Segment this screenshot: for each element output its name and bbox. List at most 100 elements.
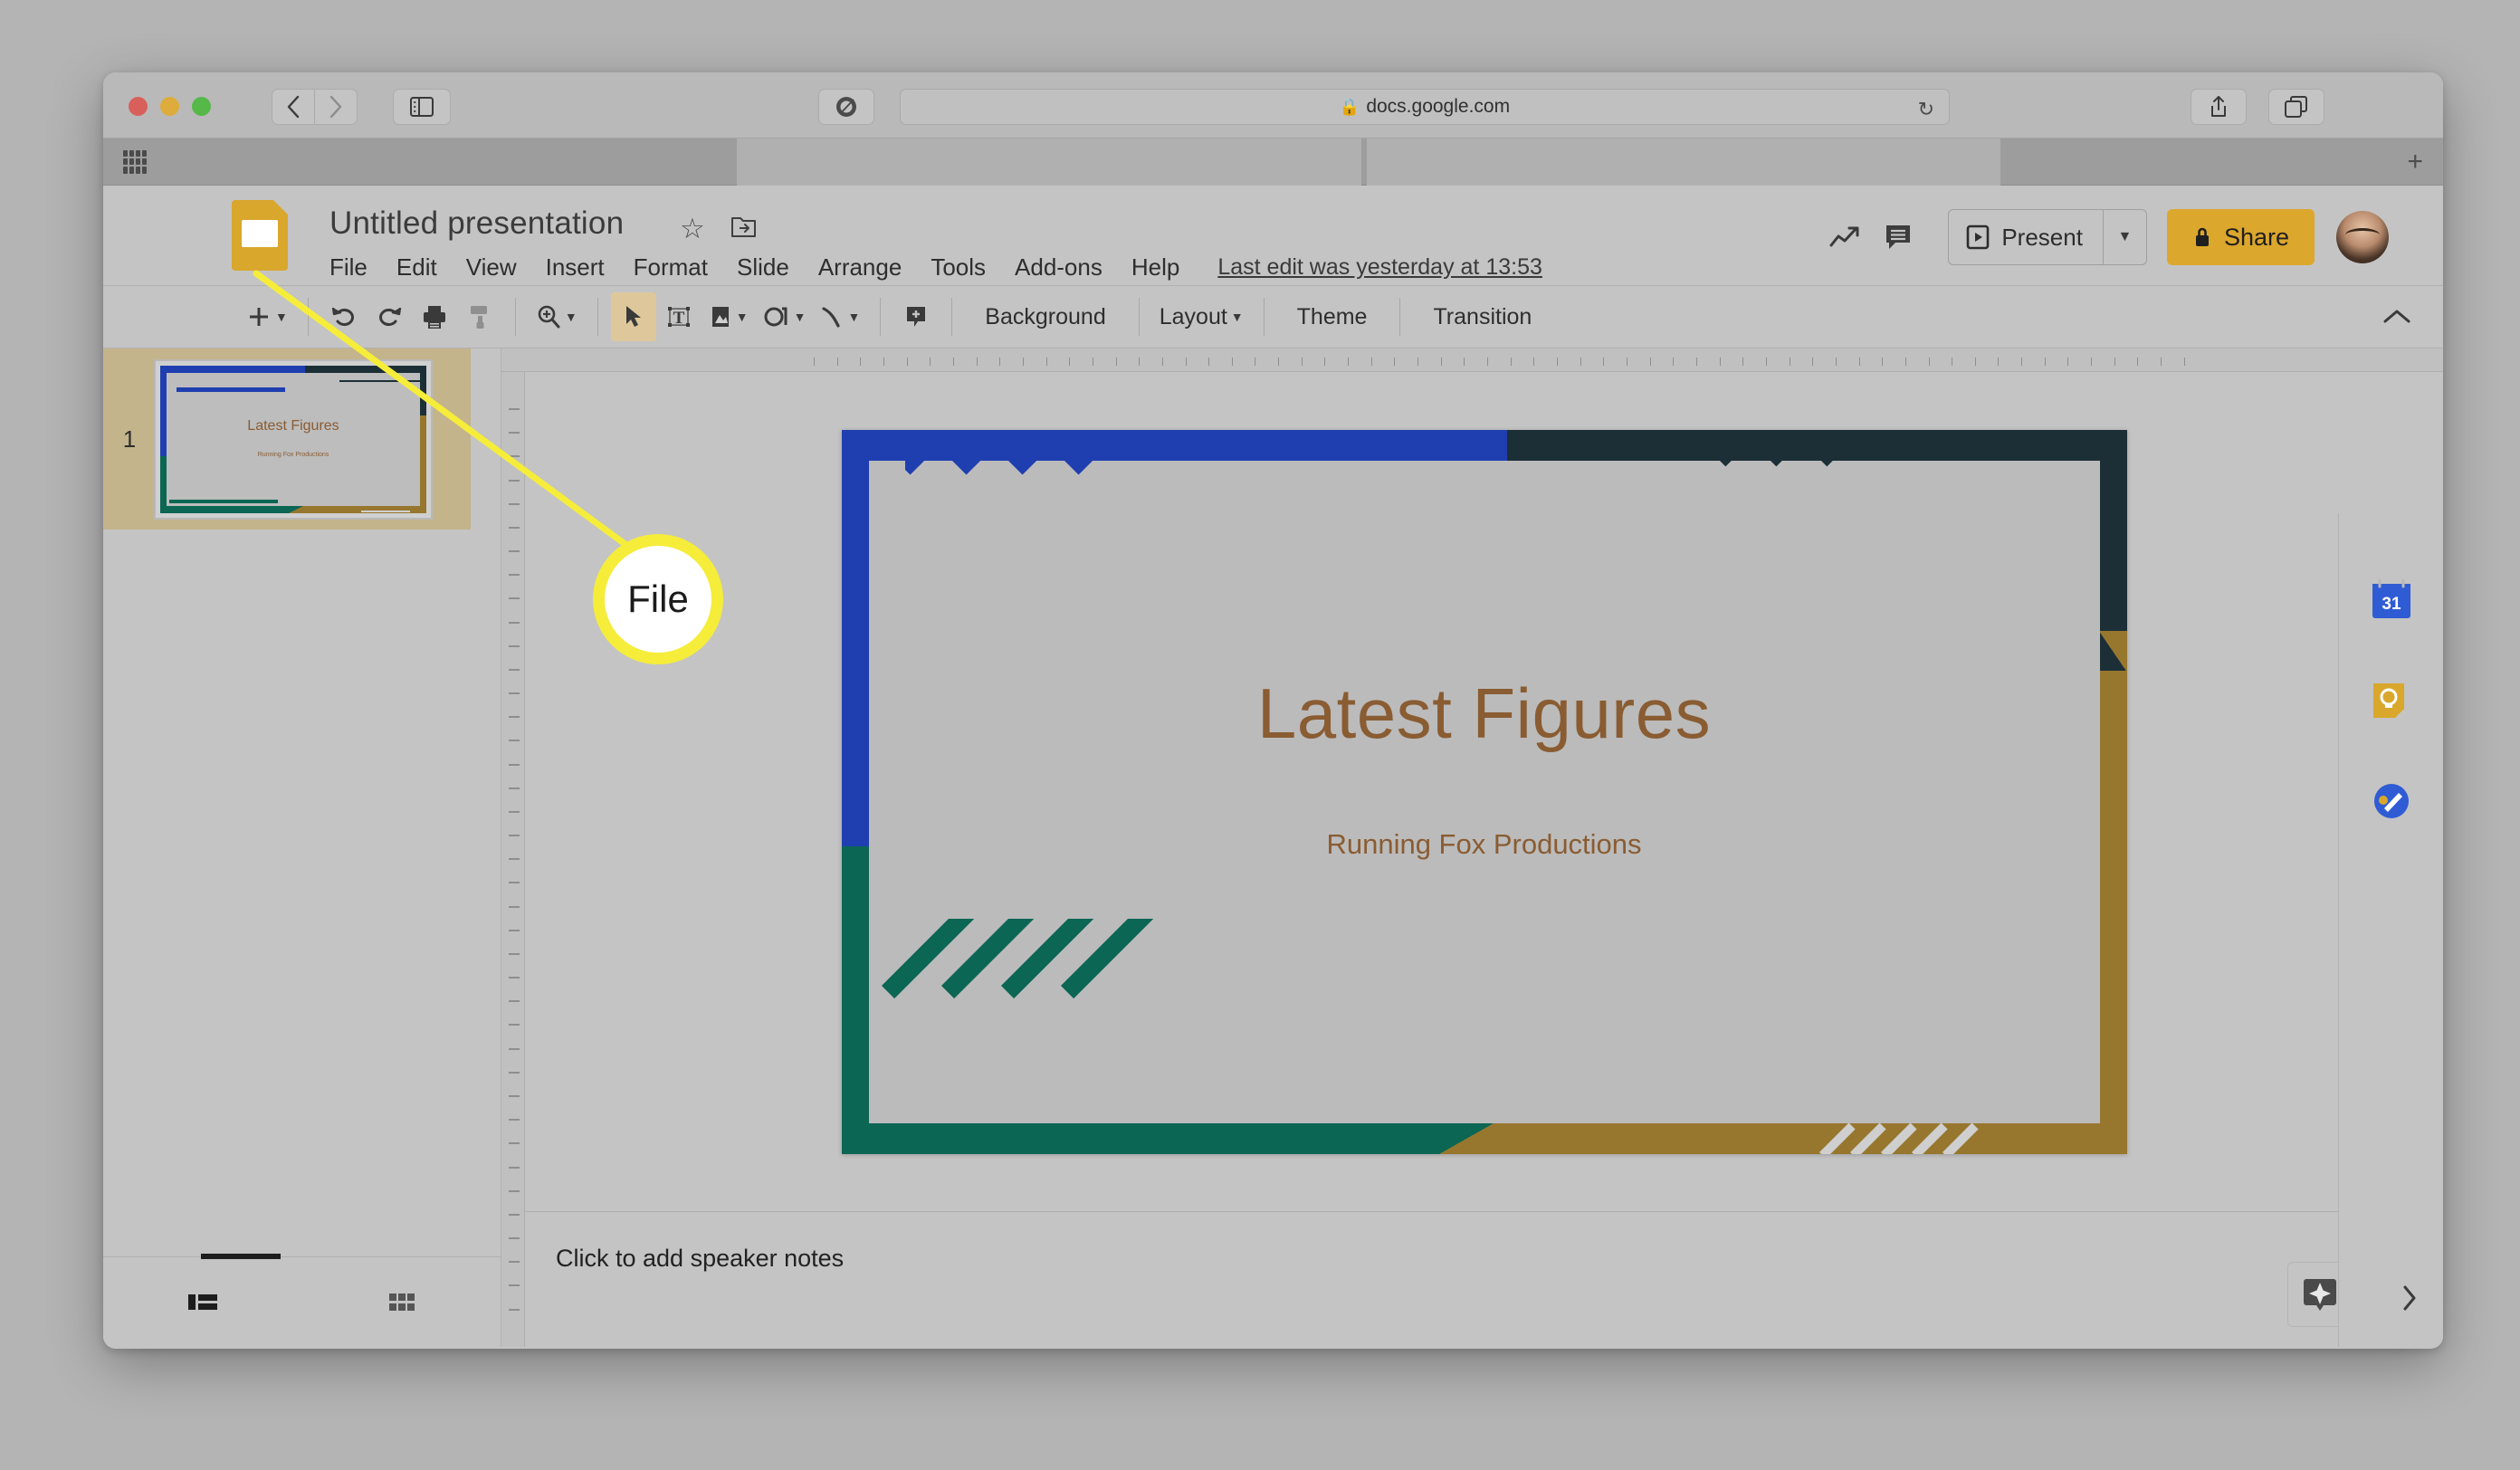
toolbar-divider [951,298,953,336]
undo-arrow-icon [331,307,354,326]
move-to-folder-icon[interactable] [730,215,758,240]
present-options-caret[interactable]: ▼ [2102,210,2146,264]
document-header: Untitled presentation ☆ File Edit View I… [103,186,2443,285]
slide-border-green-left [841,845,869,1154]
browser-share-button[interactable] [2191,89,2247,125]
google-tasks-icon[interactable] [2368,778,2415,825]
text-box-icon: T [667,307,690,328]
browser-tab[interactable] [737,138,1361,186]
toolbar-divider [514,298,516,336]
sidebar-toggle-icon [410,97,434,117]
menu-item-help[interactable]: Help [1117,253,1194,282]
slide-thumbnail-row[interactable]: 1 Latest Figures Running Fox Productions [103,348,471,530]
theme-button[interactable]: Theme [1277,304,1388,330]
menu-item-file[interactable]: File [329,253,382,282]
horizontal-ruler[interactable] [501,348,2443,372]
menu-item-addons[interactable]: Add-ons [1000,253,1117,282]
menu-bar: File Edit View Insert Format Slide Arran… [329,253,1542,282]
maximize-window-button[interactable] [192,97,211,116]
new-slide-button[interactable]: ▼ [239,292,295,341]
select-tool-button[interactable] [610,292,656,341]
avatar[interactable] [2336,211,2389,263]
menu-item-slide[interactable]: Slide [722,253,804,282]
vertical-ruler[interactable] [501,372,525,1347]
extension-button[interactable] [818,89,874,125]
annotation-callout-file: File [593,534,723,664]
ghostery-extension-icon [836,97,856,117]
text-box-button[interactable]: T [656,292,702,341]
speaker-notes-pane[interactable]: Click to add speaker notes [525,1211,2443,1347]
toggle-sidebar-button[interactable] [393,89,451,125]
forward-chevron-icon [329,95,342,119]
activity-dashboard-icon[interactable] [1819,211,1872,263]
reload-button[interactable]: ↻ [1918,98,1934,121]
slide-subtitle-text[interactable]: Running Fox Productions [842,828,2127,861]
slide-thumbnail[interactable]: Latest Figures Running Fox Productions [154,358,433,520]
undo-button[interactable] [321,292,367,341]
shape-button[interactable]: ▼ [756,292,814,341]
line-icon [822,307,841,328]
redo-button[interactable] [367,292,412,341]
thumbnail-subtitle: Running Fox Productions [257,451,329,458]
google-calendar-icon[interactable]: 31 [2368,577,2415,624]
show-tabs-icon [2285,96,2307,118]
menu-item-tools[interactable]: Tools [916,253,1000,282]
new-tab-plus-icon[interactable]: + [2407,148,2423,176]
browser-tab[interactable] [1367,138,2000,186]
show-all-tabs-button[interactable] [2268,89,2324,125]
slide-border-dark-right [2099,429,2127,656]
expand-side-panel-button[interactable] [2400,1284,2420,1312]
image-button[interactable]: ▼ [702,292,756,341]
view-toggle-bar [103,1254,501,1347]
slide-number: 1 [122,425,137,453]
layout-button[interactable]: Layout ▼ [1152,292,1251,341]
grid-view-icon [389,1293,415,1311]
minimize-window-button[interactable] [160,97,179,116]
present-play-icon [1967,224,1990,250]
filmstrip-view-button[interactable] [103,1290,302,1315]
back-button[interactable] [272,89,315,125]
background-button[interactable]: Background [965,304,1125,330]
line-button[interactable]: ▼ [813,292,867,341]
google-slides-logo [232,200,288,271]
menu-item-view[interactable]: View [452,253,531,282]
google-keep-icon[interactable] [2368,678,2415,725]
slide-filmstrip: 1 Latest Figures Running Fox Productions [103,348,501,1347]
header-actions: Present ▼ Share [1819,209,2389,265]
slide-canvas[interactable]: Latest Figures Running Fox Productions [841,429,2127,1154]
address-bar[interactable]: 🔒 docs.google.com ↻ [900,89,1950,125]
close-window-button[interactable] [129,97,148,116]
decor-stripes-green [878,918,1331,1154]
add-comment-icon [907,307,926,327]
paint-format-button[interactable] [457,292,502,341]
annotation-callout-label: File [627,578,689,620]
add-comment-button[interactable] [893,292,939,341]
present-button[interactable]: Present [1949,210,2103,264]
forward-button[interactable] [314,89,358,125]
transition-button[interactable]: Transition [1413,304,1551,330]
window-traffic-lights [129,97,211,116]
zoom-magnifier-icon [538,305,560,329]
grid-view-button[interactable] [302,1290,501,1315]
slide-title-text[interactable]: Latest Figures [842,673,2127,755]
slide-border-blue-left [841,429,869,846]
horizontal-ruler-ticks [814,358,2185,367]
document-title[interactable]: Untitled presentation [329,205,624,242]
share-button[interactable]: Share [2166,209,2315,265]
toolbar-divider [1138,298,1140,336]
print-button[interactable] [412,292,457,341]
zoom-button[interactable]: ▼ [529,292,585,341]
printer-icon [423,306,445,329]
comment-history-icon[interactable] [1872,211,1924,263]
menu-item-format[interactable]: Format [619,253,722,282]
menu-item-insert[interactable]: Insert [531,253,619,282]
shape-icon [764,307,788,327]
star-icon[interactable]: ☆ [680,213,705,245]
menu-item-arrange[interactable]: Arrange [804,253,917,282]
menu-item-edit[interactable]: Edit [382,253,452,282]
slides-toolbar: ▼ ▼ T ▼ ▼ ▼ Background Layout ▼ Theme Tr… [103,285,2443,348]
last-edit-status[interactable]: Last edit was yesterday at 13:53 [1217,254,1542,281]
apps-grid-icon[interactable] [123,149,147,174]
slide-border-dark-top [1506,429,2127,461]
collapse-toolbar-button[interactable] [2382,307,2412,327]
